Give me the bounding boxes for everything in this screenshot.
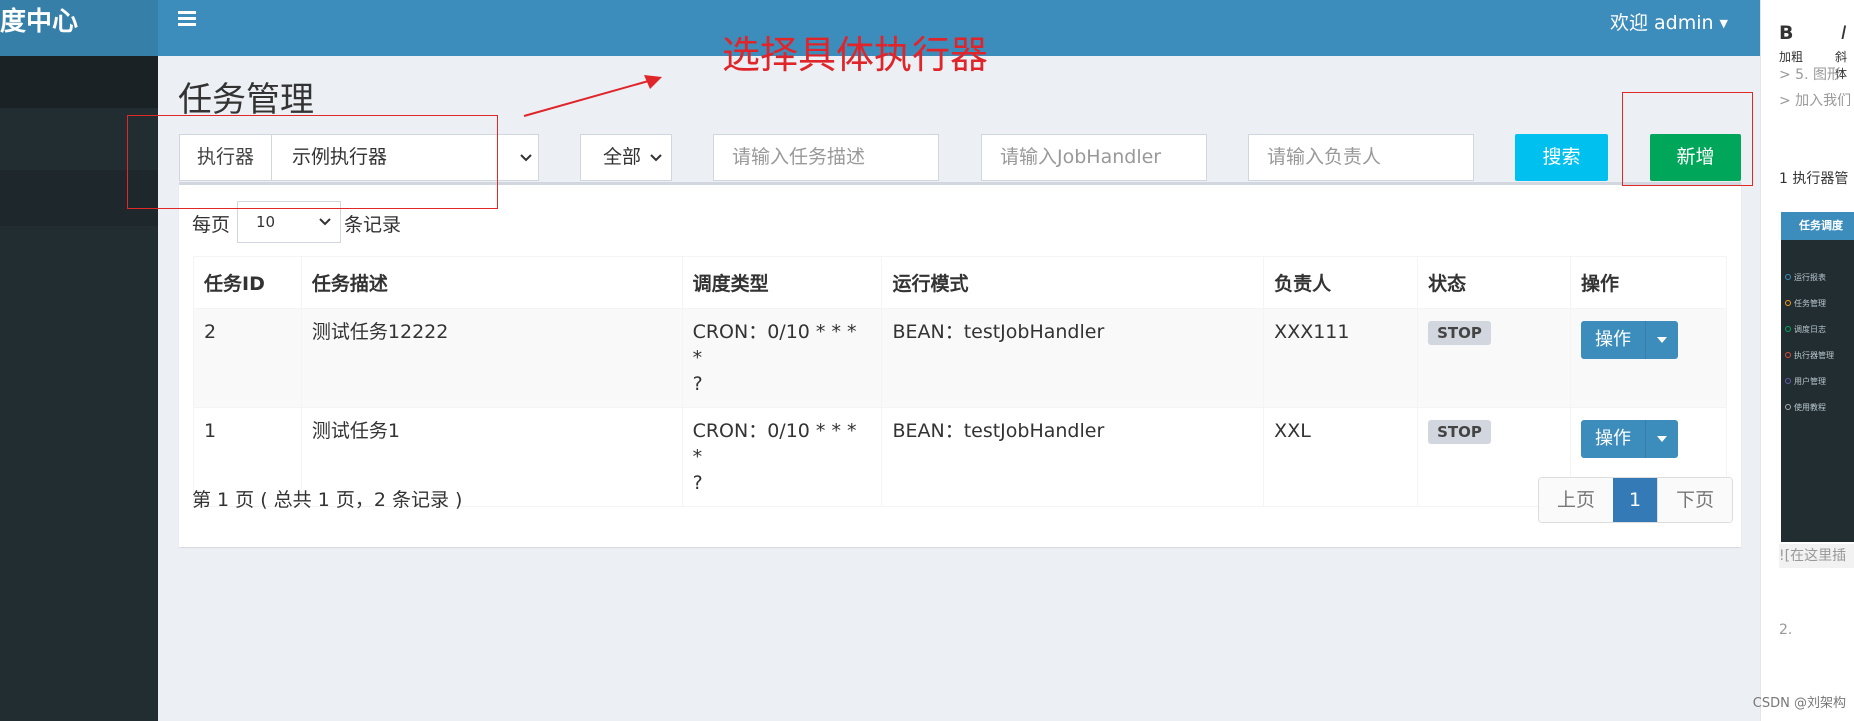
status-select[interactable]: 全部 — [580, 134, 672, 181]
action-button-group: 操作 — [1581, 321, 1678, 359]
table-info: 第 1 页 ( 总共 1 页，2 条记录 ) — [192, 489, 463, 511]
action-button[interactable]: 操作 — [1581, 420, 1646, 458]
thumbnail-item: 用户管理 — [1785, 376, 1826, 387]
user-label: 欢迎 admin — [1609, 12, 1714, 34]
app-logo[interactable]: 度中心 — [0, 0, 158, 56]
chevron-down-icon — [519, 151, 533, 165]
cell-id: 2 — [193, 308, 302, 408]
status-badge: STOP — [1428, 420, 1491, 444]
editor-line: 1 执行器管 — [1779, 171, 1849, 187]
author-input[interactable]: 请输入负责人 — [1248, 134, 1474, 181]
action-button-group: 操作 — [1581, 420, 1678, 458]
annotation-arrow-icon — [523, 75, 662, 117]
action-button[interactable]: 操作 — [1581, 321, 1646, 359]
thumbnail-item: 运行报表 — [1785, 272, 1826, 283]
chevron-down-icon — [318, 215, 332, 229]
annotation-text: 选择具体执行器 — [722, 33, 989, 77]
column-header: 操作 — [1570, 256, 1727, 309]
job-desc-input[interactable]: 请输入任务描述 — [713, 134, 939, 181]
editor-line: 2. — [1779, 622, 1793, 638]
page-title: 任务管理 — [178, 80, 314, 120]
caret-down-icon[interactable] — [1646, 321, 1678, 359]
italic-icon[interactable]: I — [1841, 22, 1847, 44]
column-header[interactable]: 运行模式 — [881, 256, 1265, 309]
page-length-prefix: 每页 — [192, 214, 231, 236]
cell-desc: 测试任务12222 — [300, 308, 683, 408]
thumbnail-header: 任务调度 — [1781, 212, 1854, 240]
caret-down-icon: ▼ — [1719, 17, 1728, 30]
hamburger-icon[interactable] — [178, 10, 200, 30]
annotation-box-add — [1622, 92, 1753, 186]
sidebar: 度中心 — [0, 0, 158, 721]
job-table-box: 每页 10 条记录 任务ID 任务描述 调度类型 运行模式 负责人 状态 操作 … — [179, 182, 1741, 547]
cell-status: STOP — [1417, 308, 1571, 408]
cell-author: XXX111 — [1263, 308, 1419, 408]
table-row: 2 测试任务12222 CRON：0/10 * * * *? BEAN：test… — [193, 308, 1727, 408]
column-header[interactable]: 任务描述 — [300, 256, 683, 309]
pagination: 上页 1 下页 — [1538, 477, 1734, 523]
chevron-down-icon — [649, 151, 663, 165]
editor-line: > 加入我们 — [1779, 93, 1852, 109]
editor-side-panel: B I 加粗 斜体 > 5. 图形 > 加入我们 1 执行器管 任务调度 运行报… — [1760, 0, 1854, 721]
cell-schedule: CRON：0/10 * * * *? — [681, 407, 883, 507]
caret-down-icon[interactable] — [1646, 420, 1678, 458]
status-value: 全部 — [603, 146, 642, 168]
page-length-suffix: 条记录 — [344, 214, 402, 236]
thumbnail-item: 任务管理 — [1785, 298, 1826, 309]
column-header[interactable]: 负责人 — [1263, 256, 1419, 309]
editor-line: > 5. 图形 — [1779, 67, 1841, 83]
job-handler-input[interactable]: 请输入JobHandler — [981, 134, 1207, 181]
cell-action: 操作 — [1570, 308, 1727, 408]
bold-label: 加粗 — [1779, 50, 1804, 64]
thumbnail-item: 执行器管理 — [1785, 350, 1834, 361]
bold-icon[interactable]: B — [1779, 22, 1793, 44]
thumbnail-item: 调度日志 — [1785, 324, 1826, 335]
page-length-value: 10 — [256, 213, 276, 231]
thumbnail-item: 使用教程 — [1785, 402, 1826, 413]
cell-mode: BEAN：testJobHandler — [881, 407, 1265, 507]
cell-mode: BEAN：testJobHandler — [881, 308, 1265, 408]
cell-author: XXL — [1263, 407, 1419, 507]
column-header[interactable]: 状态 — [1417, 256, 1571, 309]
page-number-button[interactable]: 1 — [1613, 478, 1658, 522]
cell-schedule: CRON：0/10 * * * *? — [681, 308, 883, 408]
sidebar-item-1[interactable] — [0, 56, 158, 108]
status-badge: STOP — [1428, 321, 1491, 345]
watermark: CSDN @刘架构 — [1752, 696, 1846, 711]
user-menu[interactable]: 欢迎 admin ▼ — [1610, 8, 1728, 35]
column-header[interactable]: 任务ID — [193, 256, 302, 309]
editor-input-hint[interactable]: ![在这里插 — [1779, 544, 1854, 568]
screenshot-thumbnail: 任务调度 运行报表 任务管理 调度日志 执行器管理 用户管理 使用教程 — [1781, 212, 1854, 542]
search-button[interactable]: 搜索 — [1515, 134, 1608, 181]
prev-page-button[interactable]: 上页 — [1539, 478, 1614, 522]
column-header[interactable]: 调度类型 — [681, 256, 883, 309]
next-page-button[interactable]: 下页 — [1657, 478, 1733, 522]
table-header-row: 任务ID 任务描述 调度类型 运行模式 负责人 状态 操作 — [193, 256, 1727, 309]
annotation-box-executor — [127, 115, 498, 209]
job-table: 任务ID 任务描述 调度类型 运行模式 负责人 状态 操作 2 测试任务1222… — [193, 256, 1727, 507]
